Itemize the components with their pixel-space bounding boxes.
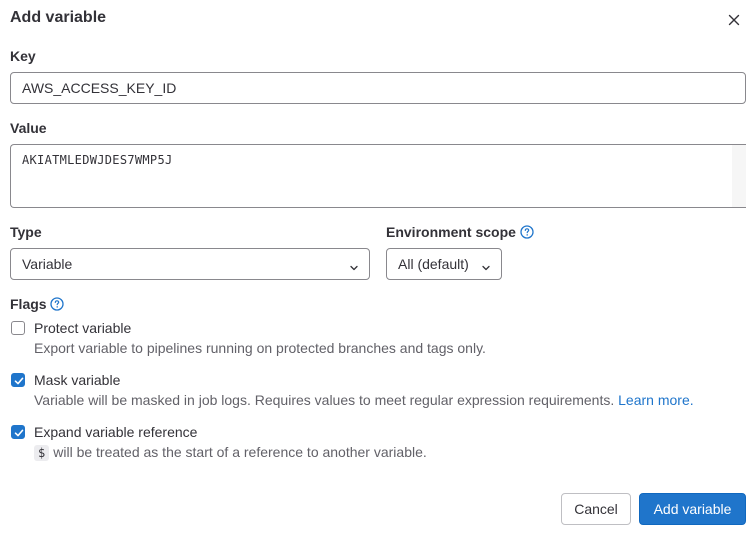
flags-label: Flags xyxy=(10,296,47,312)
close-icon[interactable] xyxy=(726,12,742,28)
key-input[interactable]: AWS_ACCESS_KEY_ID xyxy=(10,72,746,104)
chevron-down-icon xyxy=(481,260,491,271)
cancel-button[interactable]: Cancel xyxy=(561,493,631,525)
expand-variable-reference-help: $ will be treated as the start of a refer… xyxy=(34,444,427,461)
expand-variable-help-text: will be treated as the start of a refere… xyxy=(53,444,427,460)
key-label: Key xyxy=(10,48,36,64)
value-label: Value xyxy=(10,120,47,136)
value-scrollbar[interactable] xyxy=(732,144,746,208)
modal-title: Add variable xyxy=(10,9,107,26)
expand-variable-reference-checkbox[interactable] xyxy=(11,425,25,439)
mask-variable-checkbox[interactable] xyxy=(11,373,25,387)
add-variable-button[interactable]: Add variable xyxy=(639,493,746,525)
check-icon xyxy=(14,377,24,385)
value-textarea[interactable]: AKIATMLEDWJDES7WMP5J xyxy=(10,144,732,208)
protect-variable-help: Export variable to pipelines running on … xyxy=(34,340,486,356)
question-circle-icon[interactable] xyxy=(50,297,64,311)
expand-variable-reference-label[interactable]: Expand variable reference xyxy=(34,424,197,440)
protect-variable-label[interactable]: Protect variable xyxy=(34,320,131,336)
type-select[interactable]: Variable xyxy=(10,248,370,280)
check-icon xyxy=(14,429,24,437)
learn-more-link[interactable]: Learn more. xyxy=(618,392,693,408)
mask-variable-help-text: Variable will be masked in job logs. Req… xyxy=(34,392,615,408)
type-selected-value: Variable xyxy=(22,256,73,272)
mask-variable-label[interactable]: Mask variable xyxy=(34,372,120,388)
chevron-down-icon xyxy=(349,260,359,271)
environment-scope-dropdown[interactable]: All (default) xyxy=(386,248,502,280)
question-circle-icon[interactable] xyxy=(520,225,534,239)
dollar-code-chip: $ xyxy=(34,445,50,461)
type-label: Type xyxy=(10,224,42,240)
environment-scope-label: Environment scope xyxy=(386,224,516,240)
environment-scope-selected: All (default) xyxy=(398,256,469,272)
protect-variable-checkbox[interactable] xyxy=(11,321,25,335)
mask-variable-help: Variable will be masked in job logs. Req… xyxy=(34,392,694,408)
